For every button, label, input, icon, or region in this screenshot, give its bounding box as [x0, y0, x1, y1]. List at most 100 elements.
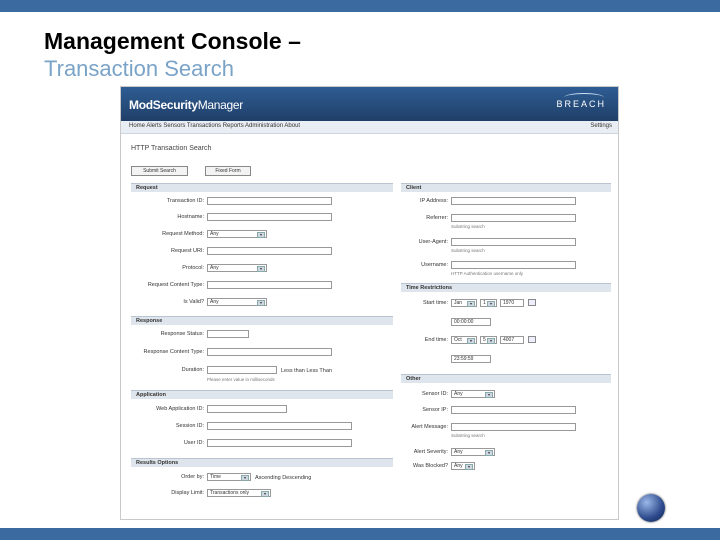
username-note: HTTP Authentication username only — [451, 271, 523, 276]
section-application: Application — [131, 390, 393, 399]
display-limit-value: Transactions only — [210, 490, 249, 496]
is-valid-value: Any — [210, 299, 219, 305]
chevron-down-icon: ▾ — [257, 300, 265, 306]
start-time-input[interactable]: 00:00:00 — [451, 318, 491, 326]
duration-input[interactable] — [207, 366, 277, 374]
display-limit-select[interactable]: Transactions only ▾ — [207, 489, 271, 497]
screenshot-panel: ModSecurityManager BREACH Home Alerts Se… — [120, 86, 619, 520]
request-method-value: Any — [210, 231, 219, 237]
nav-bar: Home Alerts Sensors Transactions Reports… — [121, 121, 618, 134]
alert-message-input[interactable] — [451, 423, 576, 431]
start-month-select[interactable]: Jan ▾ — [451, 299, 477, 307]
referrer-input[interactable] — [451, 214, 576, 222]
sensor-id-value: Any — [454, 391, 463, 397]
was-blocked-value: Any — [454, 463, 463, 469]
label-start-time: Start time: — [422, 300, 448, 306]
end-time-input[interactable]: 23:59:59 — [451, 355, 491, 363]
chevron-down-icon: ▾ — [467, 301, 475, 307]
duration-note: Please enter value in milliseconds — [207, 377, 275, 382]
web-application-id-input[interactable] — [207, 405, 287, 413]
protocol-value: Any — [210, 265, 219, 271]
label-order-by: Order by: — [181, 474, 204, 480]
label-request-method: Request Method: — [162, 231, 204, 237]
label-request-uri: Request URI: — [170, 248, 204, 254]
chevron-down-icon: ▾ — [485, 450, 493, 456]
transaction-id-input[interactable] — [207, 197, 332, 205]
label-user-agent: User-Agent: — [418, 239, 448, 245]
username-input[interactable] — [451, 261, 576, 269]
label-response-content-type: Response Content Type: — [143, 349, 204, 355]
chevron-down-icon: ▾ — [487, 301, 495, 307]
label-ip-address: IP Address: — [419, 198, 448, 204]
start-day-value: 1 — [483, 300, 486, 306]
label-request-content-type: Request Content Type: — [147, 282, 204, 288]
protocol-select[interactable]: Any ▾ — [207, 264, 267, 272]
end-year-input[interactable]: 4007 — [500, 336, 524, 344]
label-end-time: End time: — [424, 337, 448, 343]
chevron-down-icon: ▾ — [467, 338, 475, 344]
label-username: Username: — [421, 262, 448, 268]
section-client: Client — [401, 183, 611, 192]
label-response-status: Response Status: — [160, 331, 204, 337]
label-session-id: Session ID: — [175, 423, 204, 429]
was-blocked-select[interactable]: Any ▾ — [451, 462, 475, 470]
session-id-input[interactable] — [207, 422, 352, 430]
submit-search-button[interactable]: Submit Search — [131, 166, 188, 176]
response-status-input[interactable] — [207, 330, 249, 338]
top-accent-bar — [0, 0, 720, 12]
app-header: ModSecurityManager BREACH — [121, 87, 618, 121]
bottom-accent-bar — [0, 528, 720, 540]
label-is-valid: Is Valid? — [183, 299, 204, 305]
settings-link[interactable]: Settings — [590, 123, 612, 129]
label-alert-message: Alert Message: — [411, 424, 448, 430]
label-display-limit: Display Limit: — [171, 490, 204, 496]
order-direction-options[interactable]: Ascending Descending — [255, 475, 311, 481]
user-agent-input[interactable] — [451, 238, 576, 246]
end-day-select[interactable]: 5 ▾ — [480, 336, 497, 344]
hostname-input[interactable] — [207, 213, 332, 221]
slide-title: Management Console – — [44, 28, 301, 54]
label-protocol: Protocol: — [182, 265, 204, 271]
end-month-select[interactable]: Oct ▾ — [451, 336, 477, 344]
fixed-form-button[interactable]: Fixed Form — [205, 166, 251, 176]
sensor-id-select[interactable]: Any ▾ — [451, 390, 495, 398]
order-by-value: Time — [210, 474, 221, 480]
page-heading: HTTP Transaction Search — [131, 145, 212, 152]
alert-severity-select[interactable]: Any ▾ — [451, 448, 495, 456]
section-response: Response — [131, 316, 393, 325]
chevron-down-icon: ▾ — [485, 392, 493, 398]
chevron-down-icon: ▾ — [465, 464, 473, 470]
nav-links[interactable]: Home Alerts Sensors Transactions Reports… — [129, 123, 300, 129]
label-duration: Duration: — [181, 367, 204, 373]
sensor-ip-input[interactable] — [451, 406, 576, 414]
duration-operator[interactable]: Less than Less Than — [281, 368, 332, 374]
request-content-type-input[interactable] — [207, 281, 332, 289]
start-day-select[interactable]: 1 ▾ — [480, 299, 497, 307]
label-hostname: Hostname: — [177, 214, 204, 220]
label-referrer: Referrer: — [426, 215, 448, 221]
label-sensor-id: Sensor ID: — [422, 391, 448, 397]
calendar-icon[interactable] — [528, 299, 536, 306]
label-transaction-id: Transaction ID: — [166, 198, 204, 204]
request-uri-input[interactable] — [207, 247, 332, 255]
section-request: Request — [131, 183, 393, 192]
user-agent-note: Substring search — [451, 248, 485, 253]
calendar-icon[interactable] — [528, 336, 536, 343]
request-method-select[interactable]: Any ▾ — [207, 230, 267, 238]
section-other: Other — [401, 374, 611, 383]
user-id-input[interactable] — [207, 439, 352, 447]
globe-orb-icon — [637, 494, 665, 522]
slide-subtitle: Transaction Search — [44, 56, 234, 81]
start-month-value: Jan — [454, 300, 463, 306]
order-by-select[interactable]: Time ▾ — [207, 473, 251, 481]
end-month-value: Oct — [454, 337, 462, 343]
label-alert-severity: Alert Severity: — [413, 449, 448, 455]
chevron-down-icon: ▾ — [257, 232, 265, 238]
referrer-note: Substring search — [451, 224, 485, 229]
is-valid-select[interactable]: Any ▾ — [207, 298, 267, 306]
end-day-value: 5 — [483, 337, 486, 343]
start-year-input[interactable]: 1970 — [500, 299, 524, 307]
response-content-type-input[interactable] — [207, 348, 332, 356]
ip-address-input[interactable] — [451, 197, 576, 205]
section-results-options: Results Options — [131, 458, 393, 467]
